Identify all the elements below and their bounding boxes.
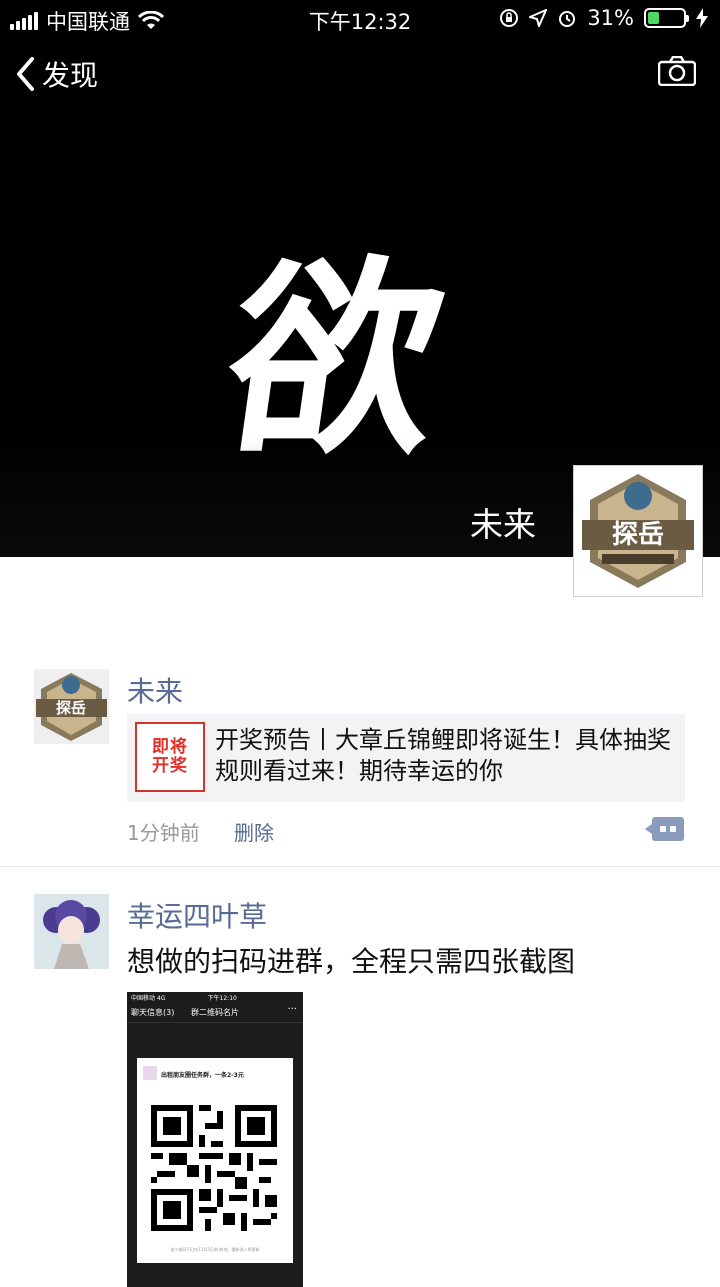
moment-post: 幸运四叶草 想做的扫码进群，全程只需四张截图 中国移动 4G 下午12:10 聊… [0,866,720,1287]
battery-percent: 31% [587,6,634,30]
author-avatar[interactable] [34,894,109,969]
author-name[interactable]: 未来 [127,670,183,710]
svg-text:探岳: 探岳 [56,699,86,717]
qr-code [151,1105,277,1231]
comment-icon[interactable] [645,817,684,841]
back-label: 发现 [42,59,99,92]
charging-icon [696,8,708,28]
author-name[interactable]: 幸运四叶草 [127,895,267,935]
author-avatar[interactable]: 探岳 [34,669,109,744]
cover-user-name[interactable]: 未来 [470,498,536,546]
camera-icon[interactable] [658,56,696,86]
link-thumbnail: 即将 开奖 [135,722,205,792]
location-icon [529,9,548,27]
post-image[interactable]: 中国移动 4G 下午12:10 聊天信息(3) 群二维码名片 ··· 出租朋友圈… [127,992,303,1287]
delete-button[interactable]: 删除 [234,817,274,846]
chevron-left-icon [17,57,34,91]
post-text: 想做的扫码进群，全程只需四张截图 [127,945,576,978]
svg-text:探岳: 探岳 [612,520,664,550]
shared-link-card[interactable]: 即将 开奖 开奖预告丨大章丘锦鲤即将诞生！具体抽奖规则看过来！期待幸运的你 [127,714,685,802]
nav-bar: 发现 [0,48,720,100]
orientation-lock-icon [500,9,519,27]
profile-avatar[interactable]: 探岳 [573,465,703,597]
status-bar: 中国联通 下午12:32 31% [0,0,720,40]
link-title: 开奖预告丨大章丘锦鲤即将诞生！具体抽奖规则看过来！期待幸运的你 [215,726,671,785]
group-avatar [143,1066,157,1080]
battery-icon [644,8,689,28]
post-time: 1分钟前 [127,821,200,845]
qr-card: 出租朋友圈任务群，一条2-3元 该二维码7天内(11月3日前)有效，重新进入将更… [137,1058,293,1263]
moment-post: 探岳 未来 即将 开奖 开奖预告丨大章丘锦鲤即将诞生！具体抽奖规则看过来！期待幸… [0,660,720,865]
badge-logo: 探岳 [582,474,694,588]
alarm-icon [559,11,576,27]
back-button[interactable]: 发现 [14,54,98,94]
